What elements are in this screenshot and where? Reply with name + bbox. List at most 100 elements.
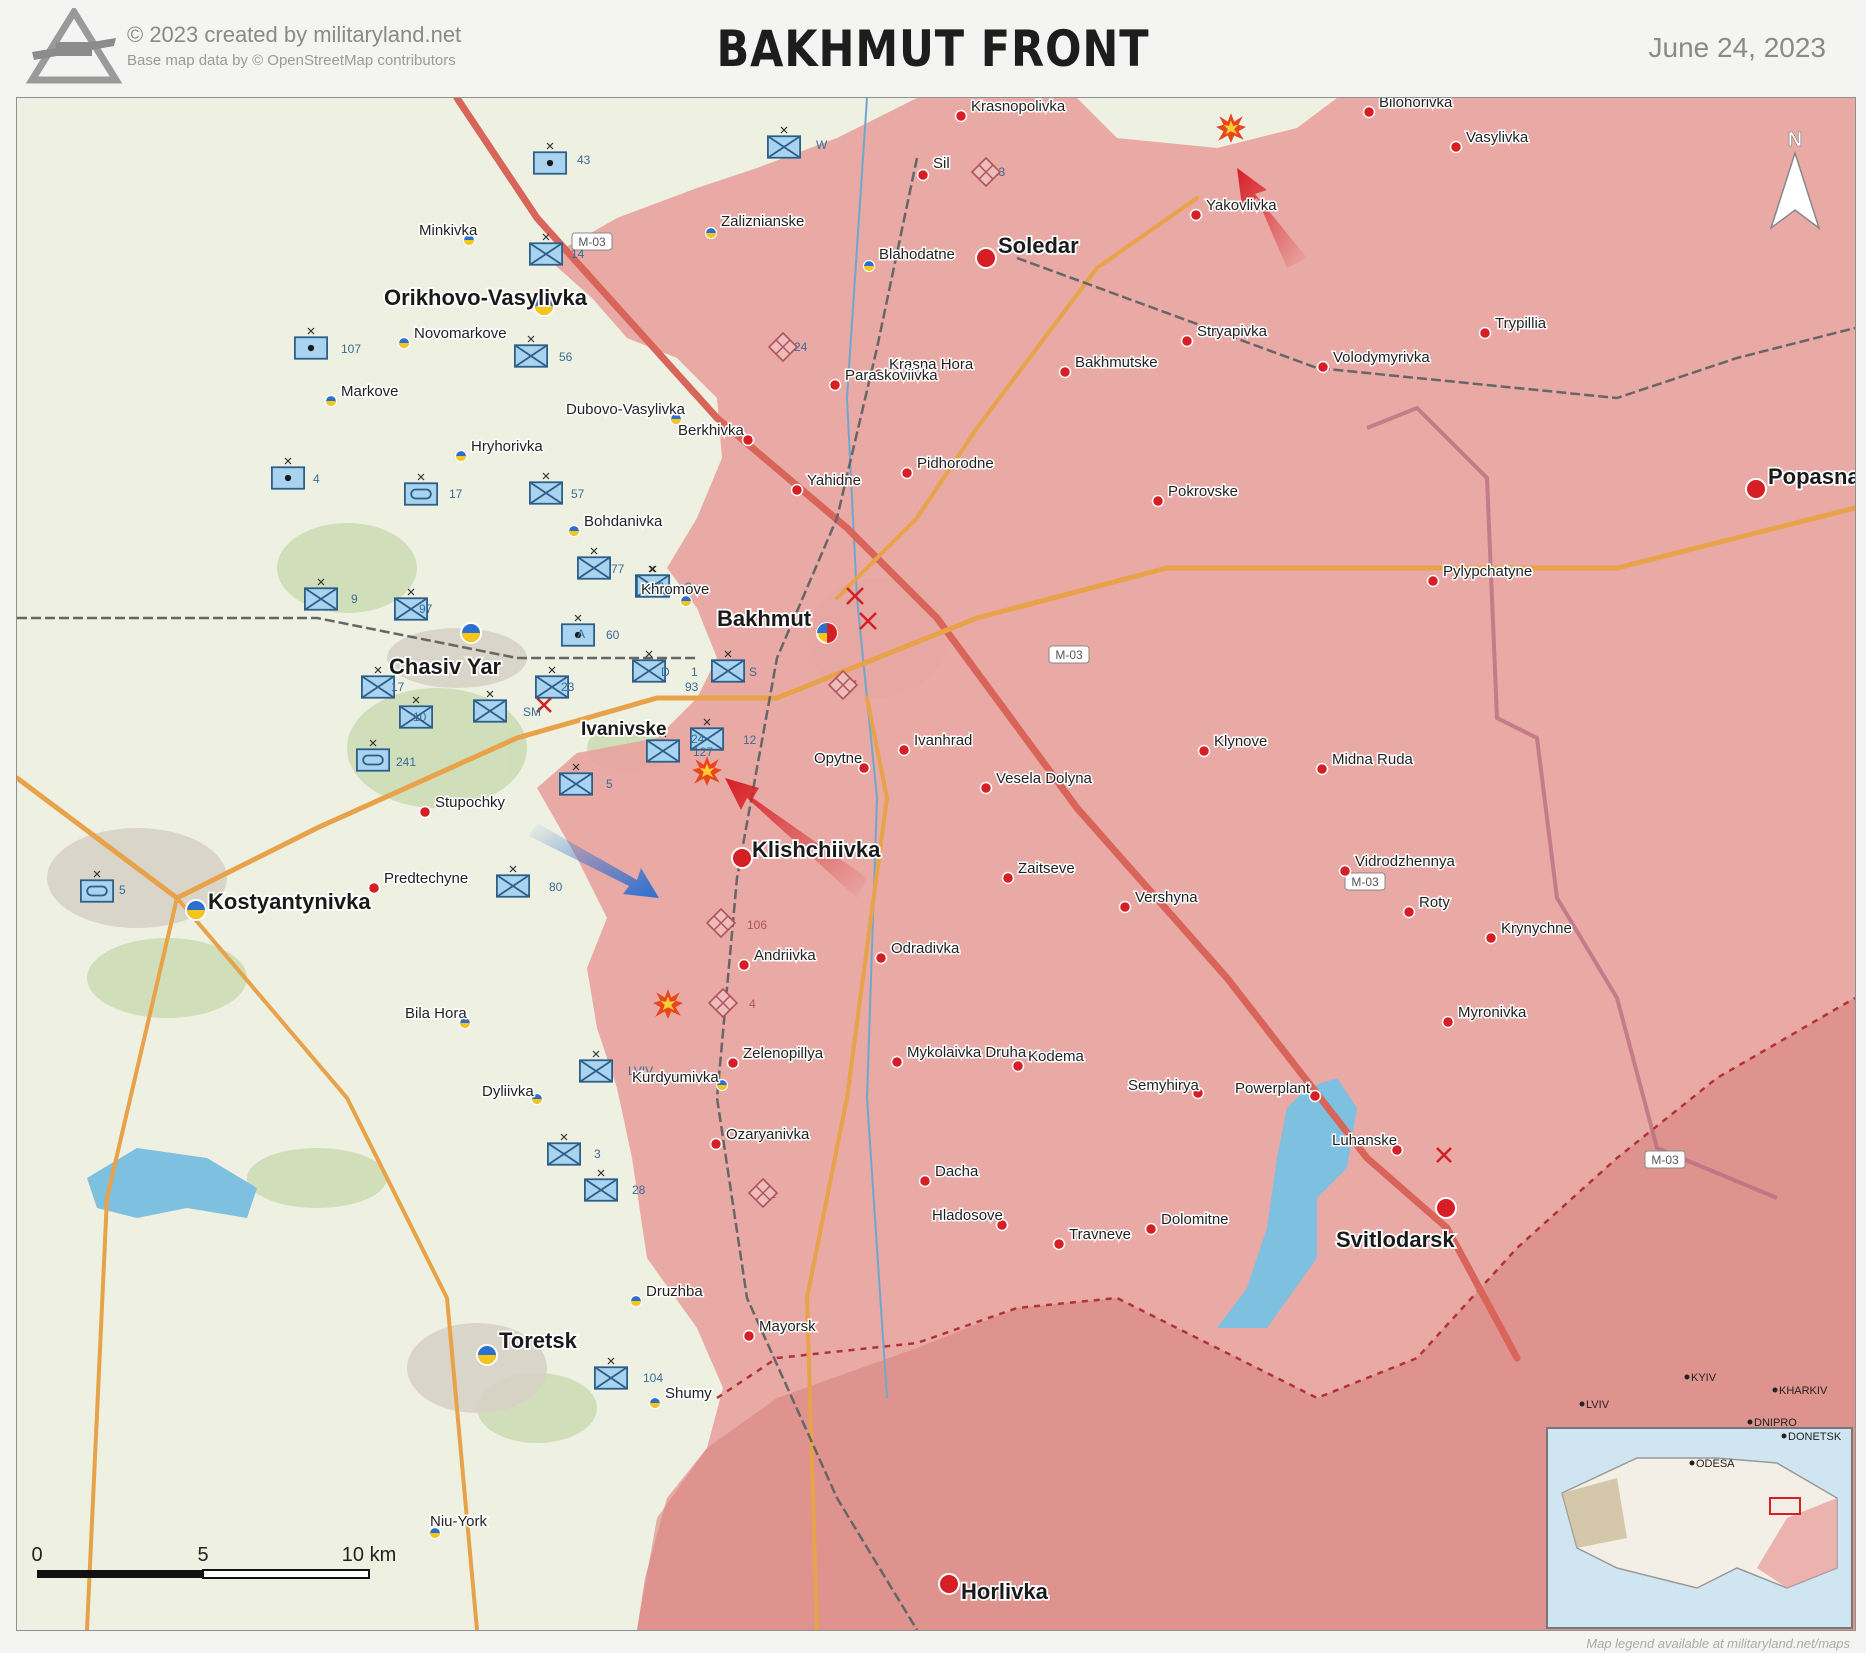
unit-number: A [577,627,585,641]
unit-number: 4 [749,997,756,1011]
scale-segment [202,1569,370,1579]
russian-held-dot [1151,494,1165,508]
map-frame[interactable]: M-03 M-03 M-03 M-03 43 W 14 107 56 4 17 57 77 3 92… [16,97,1856,1631]
russian-held-dot [742,1329,756,1343]
explosion-icon [653,989,683,1019]
unit-number: 4 [313,472,320,486]
unit-number: 77 [611,562,625,576]
city-marker[interactable]: Ivanivske [579,717,668,742]
russian-held-dot [790,483,804,497]
russian-held-dot [737,958,751,972]
unit-symbol-icon [473,699,507,723]
town-label: Paraskoviivka [845,367,938,384]
russian-held-dot [900,466,914,480]
road-label: M-03 [1651,1153,1679,1167]
unit-number: 23 [561,680,575,694]
unit-number: 56 [559,350,573,364]
unit-number: 241 [396,755,416,769]
unit-number: 60 [606,628,620,642]
map-title: BAKHMUT FRONT [716,20,1150,78]
town-label: Dubovo-Vasylivka [566,401,686,418]
town-label: Semyhirya [1128,1077,1200,1094]
town-label: Mayorsk [759,1318,816,1335]
unit-number: 28 [632,1183,646,1197]
town-label: Niu-York [430,1513,487,1530]
unit-number: 57 [571,487,585,501]
russian-held-dot [1315,762,1329,776]
town-label: Berkhivka [678,422,745,439]
town-label: Hryhorivka [471,438,543,455]
town-label: Stryapivka [1197,323,1268,340]
town-label: Bakhmutske [1075,354,1158,371]
unit-symbol-icon [767,135,801,159]
russian-held-dot [1316,360,1330,374]
unit-number: 127 [693,745,713,759]
unit-symbol-icon [711,659,745,683]
russian-held-dot [1338,864,1352,878]
unit-symbol-icon [579,1059,613,1083]
inset-label: KYIV [1691,1372,1717,1384]
unit-number: S [749,665,757,679]
map-canvas[interactable]: M-03 M-03 M-03 M-03 43W1410756417 5777392… [17,98,1855,1630]
russian-held-dot [1478,326,1492,340]
city-label: Horlivka [961,1579,1049,1604]
unit-symbol-icon [584,1178,618,1202]
unit-number: 97 [419,602,433,616]
unit-symbol-icon [80,879,114,903]
inset-label: KHARKIV [1779,1385,1828,1397]
town-label: Pidhorodne [917,455,994,472]
unit-number: 93 [685,680,699,694]
militaryland-logo-icon [25,8,123,84]
unit-symbol-icon [496,874,530,898]
unit-symbol-icon [361,675,395,699]
unit-symbol-icon [594,1366,628,1390]
russian-held-dot [1402,905,1416,919]
unit-symbol-icon [559,772,593,796]
russian-held-dot [418,805,432,819]
russian-held-dot [1052,1237,1066,1251]
inset-label: DONETSK [1788,1431,1842,1443]
unit-number: D [661,665,670,679]
map-date: June 24, 2023 [1648,32,1827,63]
town-label: Roty [1419,894,1450,911]
unit-number: W [816,138,828,152]
town-label: Sil [933,155,950,172]
unit-symbol-icon [547,1142,581,1166]
city-label: Bakhmut [717,606,812,631]
town-label: Vesela Dolyna [996,770,1093,787]
town-label: Travneve [1069,1226,1131,1243]
unit-symbol-icon [514,344,548,368]
unit-number: 12 [743,733,757,747]
town-label: Luhanske [1332,1132,1397,1149]
inset-city: KHARKIV [1772,1385,1828,1397]
russian-held-dot [1435,1197,1457,1219]
russian-held-dot [1426,574,1440,588]
city-label: Popasna [1768,464,1855,489]
unit-symbol-icon [577,556,611,580]
town-label: Novomarkove [414,325,507,342]
town-label: Shumy [665,1385,712,1402]
unit-number: 43 [577,153,591,167]
town-label: Klynove [1214,733,1267,750]
russian-held-dot [1189,208,1203,222]
unit-symbol-icon [356,748,390,772]
compass-label: N [1788,129,1802,151]
town-label: Kodema [1028,1048,1085,1065]
city-label: Chasiv Yar [389,654,502,679]
city-label: Kostyantynivka [208,889,371,914]
town-label: Volodymyrivka [1333,349,1430,366]
town-label: Hladosove [932,1207,1003,1224]
russian-held-dot [938,1573,960,1595]
unit-number: 24 [691,732,705,746]
inset-label: DNIPRO [1754,1417,1797,1429]
inset-city: DONETSK [1781,1431,1842,1443]
town-label: Bohdanivka [584,513,663,530]
unit-number: 17 [391,680,405,694]
town-label: Stupochky [435,794,506,811]
unit-symbol-icon [404,482,438,506]
town-label: Yahidne [807,472,861,489]
russian-held-dot [1484,931,1498,945]
town-label: Druzhba [646,1283,703,1300]
unit-symbol-icon [294,336,328,360]
russian-held-dot [709,1137,723,1151]
